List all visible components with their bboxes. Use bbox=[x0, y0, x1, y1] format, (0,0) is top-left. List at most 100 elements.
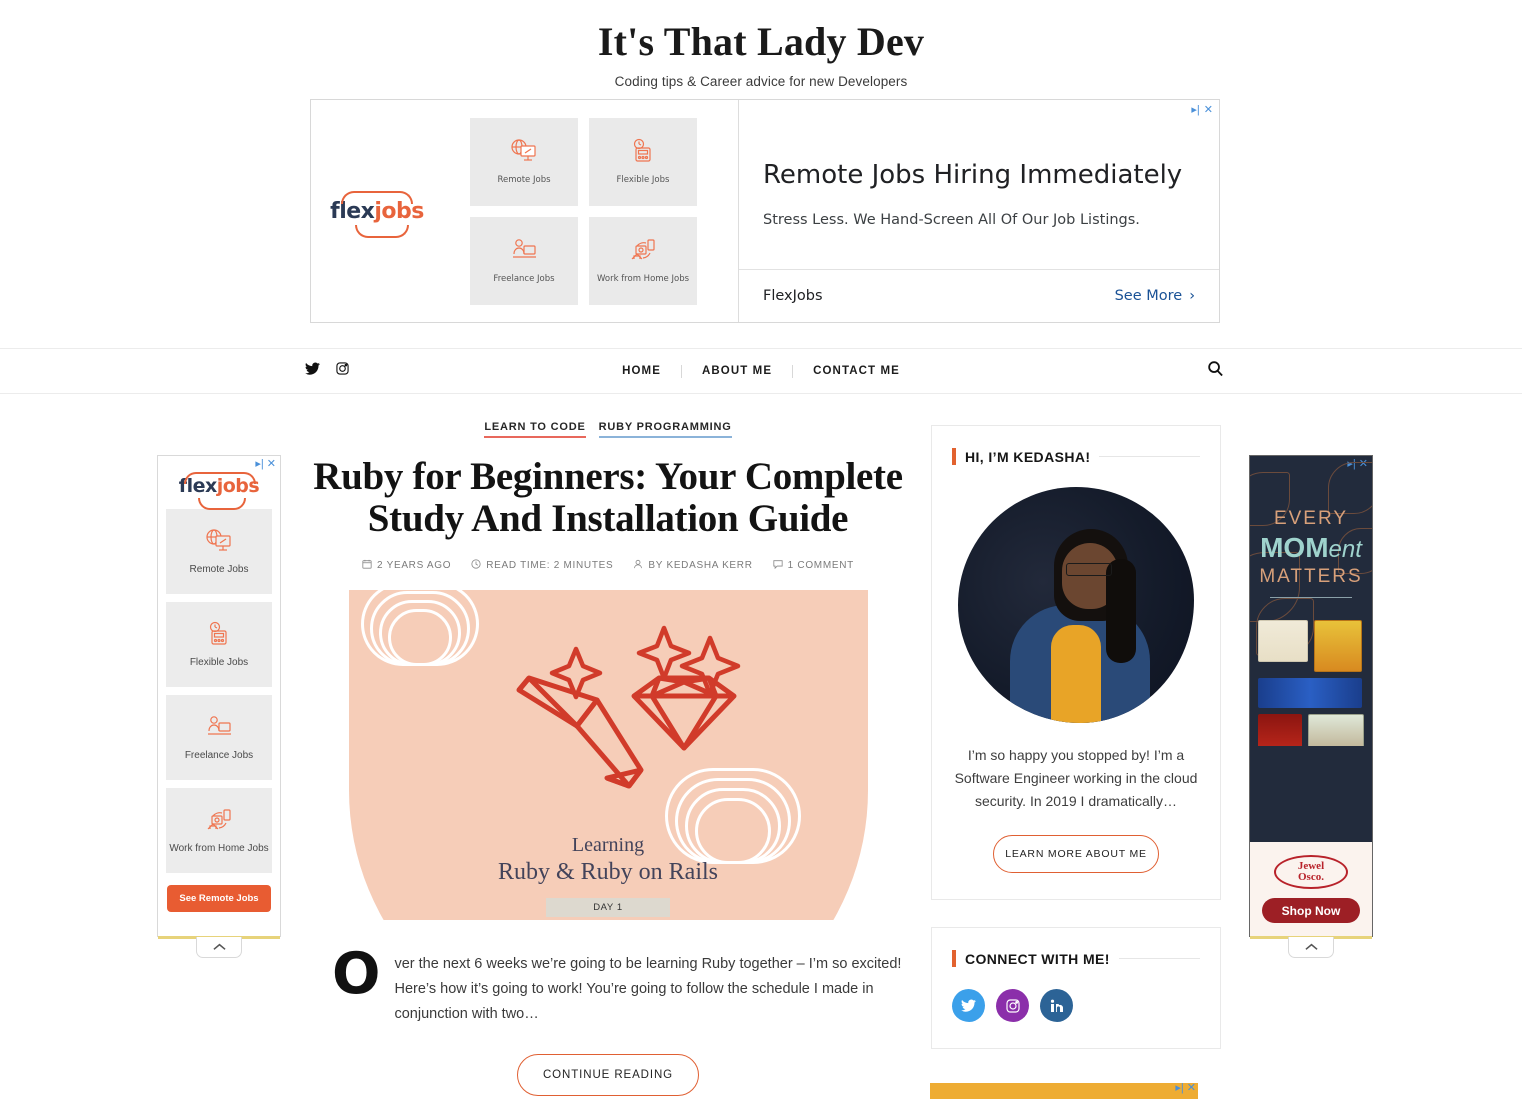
meta-read-time: READ TIME: 2 MINUTES bbox=[471, 559, 613, 572]
clock-icon bbox=[471, 559, 481, 572]
post-meta: 2 YEARS AGO READ TIME: 2 MINUTES BY KEDA… bbox=[307, 559, 909, 572]
drop-cap: O bbox=[332, 941, 381, 1008]
shop-now-button[interactable]: Shop Now bbox=[1262, 898, 1360, 923]
ad-headline: Remote Jobs Hiring Immediately bbox=[763, 160, 1183, 190]
ad-see-more-label: See More bbox=[1114, 288, 1183, 304]
twitter-icon[interactable] bbox=[952, 989, 985, 1023]
rail-job-card-label: Flexible Jobs bbox=[189, 656, 249, 668]
day-badge: DAY 1 bbox=[546, 898, 670, 918]
ad-choices-controls[interactable]: ▸| ✕ bbox=[255, 459, 276, 470]
meta-author-label: BY KEDASHA KERR bbox=[648, 560, 753, 572]
featured-caption-line1: Learning bbox=[571, 834, 645, 857]
top-ad-visual: flexjobs Remote Jobs Flexible Jobs Freel… bbox=[311, 100, 739, 322]
meta-comments: 1 COMMENT bbox=[773, 559, 854, 572]
nav-link-contact-me[interactable]: CONTACT ME bbox=[793, 365, 920, 377]
connect-widget: CONNECT WITH ME! bbox=[931, 927, 1221, 1050]
chevron-up-icon bbox=[212, 938, 226, 956]
rail-job-card-label: Work from Home Jobs bbox=[169, 842, 269, 854]
product-image bbox=[1258, 678, 1362, 708]
top-ad-banner[interactable]: flexjobs Remote Jobs Flexible Jobs Freel… bbox=[310, 99, 1220, 323]
learn-more-about-me-button[interactable]: LEARN MORE ABOUT ME bbox=[993, 835, 1159, 874]
rail-job-card[interactable]: Flexible Jobs bbox=[166, 602, 272, 687]
ad-choices-controls[interactable]: ▸| ✕ bbox=[1175, 1083, 1196, 1094]
ad-hero: EVERY MOMent MATTERS bbox=[1250, 456, 1372, 746]
job-card[interactable]: Remote Jobs bbox=[470, 117, 578, 206]
job-card[interactable]: Freelance Jobs bbox=[470, 216, 578, 305]
ad-subheadline: Stress Less. We Hand-Screen All Of Our J… bbox=[763, 212, 1140, 228]
meta-read-time-label: READ TIME: 2 MINUTES bbox=[486, 560, 614, 572]
see-remote-jobs-button[interactable]: See Remote Jobs bbox=[167, 885, 271, 912]
ad-footer: FlexJobs See More › bbox=[739, 269, 1219, 322]
globe-monitor-icon bbox=[509, 138, 539, 169]
category-ruby-programming[interactable]: RUBY PROGRAMMING bbox=[598, 421, 732, 438]
person-icon bbox=[633, 559, 643, 572]
continue-reading-button[interactable]: CONTINUE READING bbox=[517, 1054, 699, 1097]
linkedin-icon[interactable] bbox=[1040, 989, 1073, 1023]
adchoices-triangle-icon[interactable]: ▸| bbox=[1191, 105, 1199, 116]
product-image bbox=[1314, 620, 1362, 672]
meta-date-label: 2 YEARS AGO bbox=[377, 560, 452, 572]
main-content-area: ▸| ✕ flexjobs Remote Jobs Flexible Jobs … bbox=[0, 396, 1522, 1099]
person-desk-icon bbox=[205, 714, 233, 745]
nav-link-about-me[interactable]: ABOUT ME bbox=[682, 365, 792, 377]
instagram-icon[interactable] bbox=[336, 362, 349, 380]
rail-job-card-label: Remote Jobs bbox=[189, 563, 249, 575]
post-featured-image[interactable]: Learning Ruby & Ruby on Rails DAY 1 bbox=[348, 590, 868, 921]
logo-swoosh-top-icon bbox=[184, 472, 256, 484]
header-rule bbox=[1099, 456, 1200, 457]
nav-link-home[interactable]: HOME bbox=[602, 365, 681, 377]
nav-social-icons bbox=[305, 362, 349, 380]
ad-see-more-link[interactable]: See More › bbox=[1115, 288, 1195, 304]
rail-job-card[interactable]: Remote Jobs bbox=[166, 509, 272, 594]
collapse-ad-button[interactable] bbox=[196, 937, 242, 958]
about-widget-title: HI, I’M KEDASHA! bbox=[965, 448, 1091, 465]
search-icon[interactable] bbox=[1207, 360, 1224, 382]
left-sidebar-ad[interactable]: ▸| ✕ flexjobs Remote Jobs Flexible Jobs … bbox=[157, 455, 281, 958]
adchoices-triangle-icon[interactable]: ▸| bbox=[1175, 1083, 1183, 1094]
clock-calculator-icon bbox=[206, 621, 232, 652]
logo-swoosh-top-icon bbox=[341, 190, 413, 204]
job-card-label: Remote Jobs bbox=[497, 175, 551, 185]
meta-date: 2 YEARS AGO bbox=[362, 559, 451, 572]
about-bio-text: I’m so happy you stopped by! I’m a Softw… bbox=[954, 747, 1198, 810]
right-sidebar: HI, I’M KEDASHA! I’m so happy you stoppe… bbox=[931, 425, 1221, 1076]
clock-calculator-icon bbox=[630, 138, 656, 169]
widget-header: CONNECT WITH ME! bbox=[952, 950, 1200, 968]
collapse-ad-button[interactable] bbox=[1288, 937, 1334, 958]
chevron-up-icon bbox=[1304, 938, 1318, 956]
ad-line-ent: ent bbox=[1328, 536, 1362, 563]
avatar-wrap bbox=[952, 487, 1200, 723]
connect-widget-title: CONNECT WITH ME! bbox=[965, 950, 1110, 967]
site-tagline: Coding tips & Career advice for new Deve… bbox=[614, 74, 908, 89]
ad-choices-controls[interactable]: ▸| ✕ bbox=[1191, 105, 1213, 116]
twitter-icon[interactable] bbox=[305, 362, 320, 380]
comment-icon bbox=[773, 559, 783, 572]
ad-product-grid bbox=[1250, 620, 1372, 746]
job-card[interactable]: Work from Home Jobs bbox=[589, 216, 697, 305]
category-learn-to-code[interactable]: LEARN TO CODE bbox=[484, 421, 586, 438]
rail-job-card[interactable]: Freelance Jobs bbox=[166, 695, 272, 780]
post-excerpt: ver the next 6 weeks we’re going to be l… bbox=[394, 956, 902, 1023]
home-device-icon bbox=[205, 807, 233, 838]
header-rule bbox=[1118, 958, 1200, 960]
chevron-right-icon: › bbox=[1189, 288, 1195, 304]
close-icon[interactable]: ✕ bbox=[267, 459, 276, 470]
ad-brand-name: FlexJobs bbox=[763, 288, 823, 304]
gem-illustration-icon bbox=[516, 625, 740, 789]
brand-line-2: Osco. bbox=[1298, 871, 1324, 883]
home-device-icon bbox=[629, 237, 657, 268]
ad-hero-rule bbox=[1270, 597, 1352, 598]
about-widget: HI, I’M KEDASHA! I’m so happy you stoppe… bbox=[931, 425, 1221, 901]
social-links bbox=[952, 989, 1200, 1023]
product-image bbox=[1258, 620, 1308, 662]
rail-job-card[interactable]: Work from Home Jobs bbox=[166, 788, 272, 873]
close-icon[interactable]: ✕ bbox=[1187, 1083, 1196, 1094]
post-title[interactable]: Ruby for Beginners: Your Complete Study … bbox=[307, 455, 909, 540]
flexjobs-logo: flexjobs bbox=[158, 472, 280, 510]
right-sidebar-ad[interactable]: ▸| ✕ EVERY MOMent MATTERS Jewel Osco. Sh… bbox=[1249, 455, 1373, 958]
instagram-icon[interactable] bbox=[996, 989, 1029, 1023]
adchoices-triangle-icon[interactable]: ▸| bbox=[255, 459, 263, 470]
bottom-ad-strip[interactable]: ▸| ✕ bbox=[930, 1083, 1198, 1099]
close-icon[interactable]: ✕ bbox=[1204, 105, 1213, 116]
job-card[interactable]: Flexible Jobs bbox=[589, 117, 697, 206]
